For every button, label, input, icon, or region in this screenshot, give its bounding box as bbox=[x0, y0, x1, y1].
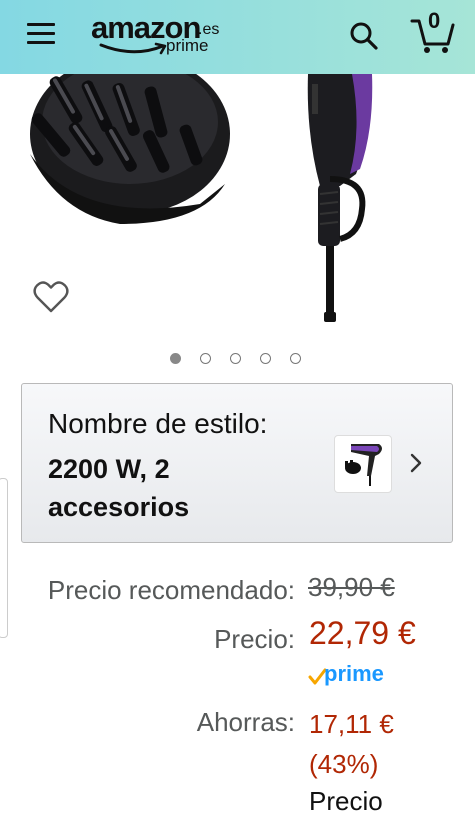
next-price-label: Precio bbox=[309, 786, 383, 816]
carousel-dot[interactable] bbox=[170, 353, 181, 364]
style-thumbnail bbox=[334, 435, 392, 493]
prime-badge: prime bbox=[308, 661, 398, 689]
cart-count: 0 bbox=[428, 8, 441, 33]
product-image[interactable] bbox=[0, 54, 475, 344]
carousel-dot[interactable] bbox=[230, 353, 241, 364]
price-value: 22,79 € bbox=[309, 615, 416, 651]
logo-prime: prime bbox=[166, 36, 209, 55]
cart-button[interactable]: 0 bbox=[410, 8, 456, 55]
price-label: Precio: bbox=[214, 624, 295, 654]
savings-value: 17,11 € (43%) bbox=[309, 704, 394, 784]
hair-dryer-thumbnail-icon bbox=[345, 444, 382, 486]
wishlist-heart-icon[interactable] bbox=[33, 280, 69, 314]
carousel-dot[interactable] bbox=[200, 353, 211, 364]
style-selector[interactable]: Nombre de estilo: 2200 W, 2 accesorios bbox=[21, 383, 453, 543]
style-label: Nombre de estilo: bbox=[48, 408, 268, 439]
search-icon[interactable] bbox=[349, 21, 379, 51]
savings-amount: 17,11 € bbox=[309, 709, 394, 739]
list-price: 39,90 € bbox=[308, 572, 395, 602]
savings-label: Ahorras: bbox=[196, 707, 295, 737]
chevron-right-icon bbox=[410, 453, 422, 473]
prime-badge-text: prime bbox=[324, 661, 384, 686]
side-panel-edge bbox=[0, 478, 8, 638]
top-header: amazon .es prime 0 bbox=[0, 0, 475, 74]
savings-percent: (43%) bbox=[309, 749, 379, 779]
smile-arrow-icon bbox=[99, 42, 167, 55]
amazon-logo[interactable]: amazon .es prime bbox=[91, 10, 221, 60]
carousel-dot[interactable] bbox=[260, 353, 271, 364]
carousel-dot[interactable] bbox=[290, 353, 301, 364]
style-value: 2200 W, 2 accesorios bbox=[48, 454, 190, 522]
hair-dryer-image bbox=[30, 54, 373, 322]
list-price-label: Precio recomendado: bbox=[47, 575, 295, 605]
hamburger-menu-icon[interactable] bbox=[27, 21, 57, 47]
